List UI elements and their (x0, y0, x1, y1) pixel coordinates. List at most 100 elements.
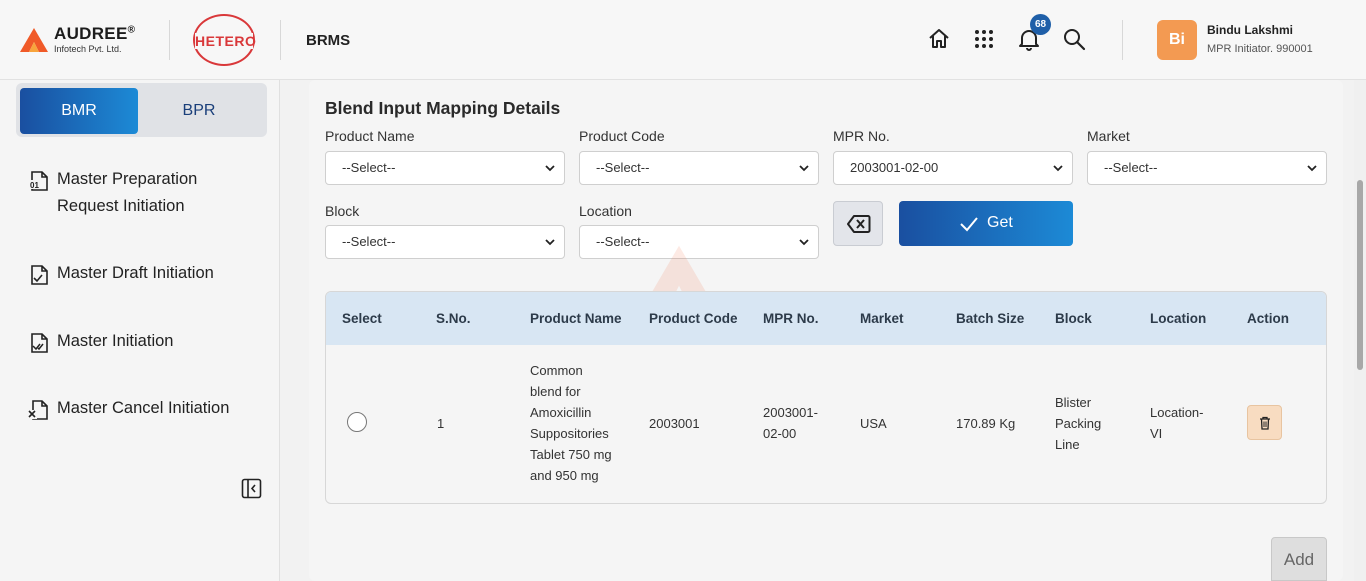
header-divider (280, 20, 281, 60)
avatar[interactable]: Bi (1157, 20, 1197, 60)
block-select[interactable]: --Select-- (325, 225, 565, 259)
page-title: Blend Input Mapping Details (325, 98, 561, 118)
user-role: MPR Initiator. 990001 (1207, 43, 1313, 55)
document-double-check-icon (31, 333, 48, 353)
app-name: BRMS (306, 32, 351, 49)
column-header: Product Code (649, 311, 738, 326)
registered-mark: ® (127, 24, 136, 36)
add-button[interactable]: Add (1271, 537, 1327, 581)
page-scrollbar[interactable] (1354, 80, 1366, 581)
cell-market: USA (860, 416, 887, 431)
column-header: S.No. (436, 311, 471, 326)
chevron-down-icon (799, 239, 809, 246)
product-name-select-value: --Select-- (342, 160, 396, 175)
cell-sno: 1 (437, 416, 445, 431)
home-icon[interactable] (926, 26, 952, 52)
cell-mpr-no-line: 2003001- (763, 405, 818, 420)
cell-product-name-line: blend for (530, 384, 581, 399)
cell-location-line: VI (1150, 426, 1163, 441)
cell-product-name-line: Common (530, 363, 583, 378)
cell-product-name-line: Tablet 750 mg (530, 447, 612, 462)
document-01-icon: 01 (29, 171, 48, 191)
sidebar-item-label: Master Initiation (57, 332, 174, 350)
mpr-no-select[interactable]: 2003001-02-00 (833, 151, 1073, 185)
product-code-select-value: --Select-- (596, 160, 650, 175)
document-cancel-icon (28, 400, 48, 420)
product-name-label: Product Name (325, 128, 415, 144)
cell-batch-size: 170.89 Kg (956, 416, 1016, 431)
brand-name: AUDREE (54, 24, 128, 43)
scrollbar-thumb[interactable] (1357, 180, 1363, 370)
block-label: Block (325, 203, 360, 219)
hetero-logo: HETERO (193, 14, 257, 66)
table-header: Select S.No. Product Name Product Code M… (326, 292, 1326, 345)
cell-product-name: Common blend for Amoxicillin Suppositori… (530, 360, 612, 486)
sidebar-item-master-preparation-request[interactable]: 01 Master Preparation Request Initiation (28, 166, 268, 220)
header-divider (1122, 20, 1123, 60)
chevron-down-icon (799, 165, 809, 172)
cell-product-name-line: and 950 mg (530, 468, 599, 483)
cell-block-line: Blister (1055, 395, 1092, 410)
get-button-label: Get (987, 214, 1013, 231)
mpr-no-label: MPR No. (833, 128, 890, 144)
market-select-value: --Select-- (1104, 160, 1158, 175)
product-name-select[interactable]: --Select-- (325, 151, 565, 185)
sidebar-item-label: Request Initiation (57, 197, 185, 215)
collapse-sidebar-icon[interactable] (241, 478, 262, 499)
clear-filters-button[interactable] (833, 201, 883, 246)
cell-location-line: Location- (1150, 405, 1204, 420)
market-select[interactable]: --Select-- (1087, 151, 1327, 185)
cell-block-line: Packing (1055, 416, 1102, 431)
backspace-clear-icon (847, 215, 871, 233)
column-header: MPR No. (763, 311, 819, 326)
bmr-bpr-toggle: BMR BPR (16, 83, 267, 137)
chevron-down-icon (545, 239, 555, 246)
document-check-icon (31, 265, 48, 285)
blend-mapping-table: Select S.No. Product Name Product Code M… (325, 291, 1327, 504)
product-code-label: Product Code (579, 128, 665, 144)
notification-badge[interactable]: 68 (1030, 14, 1051, 35)
cell-product-code: 2003001 (649, 416, 700, 431)
get-button[interactable]: Get (899, 201, 1073, 246)
header-divider (169, 20, 170, 60)
search-icon[interactable] (1061, 26, 1087, 52)
location-label: Location (579, 203, 632, 219)
delete-row-button[interactable] (1247, 405, 1282, 440)
sidebar-item-master-draft-initiation[interactable]: Master Draft Initiation (28, 260, 268, 287)
chevron-down-icon (1053, 165, 1063, 172)
trash-icon (1260, 416, 1270, 430)
apps-grid-icon[interactable] (971, 26, 997, 52)
mpr-no-select-value: 2003001-02-00 (850, 160, 939, 175)
audree-logo-mark (20, 28, 48, 52)
market-label: Market (1087, 128, 1130, 144)
chevron-down-icon (545, 165, 555, 172)
hetero-logo-text: HETERO (195, 33, 257, 49)
cell-mpr-no-line: 02-00 (763, 426, 797, 441)
brand-subtitle: Infotech Pvt. Ltd. (54, 44, 122, 54)
column-header: Market (860, 311, 904, 326)
check-icon (960, 217, 978, 232)
column-header: Product Name (530, 311, 622, 326)
column-header: Select (342, 311, 382, 326)
sidebar-item-master-cancel-initiation[interactable]: Master Cancel Initiation (28, 395, 268, 422)
cell-location: Location- VI (1150, 402, 1203, 444)
toggle-bpr-button[interactable]: BPR (140, 88, 258, 134)
column-header: Batch Size (956, 311, 1025, 326)
column-header: Location (1150, 311, 1207, 326)
top-header: AUDREE® Infotech Pvt. Ltd. HETERO BRMS 6… (0, 0, 1366, 80)
sidebar-item-label: Master Preparation (57, 170, 198, 188)
cell-block: Blister Packing Line (1055, 392, 1101, 455)
toggle-bmr-button[interactable]: BMR (20, 88, 138, 134)
column-header: Action (1247, 311, 1289, 326)
cell-mpr-no: 2003001- 02-00 (763, 402, 818, 444)
sidebar-item-master-initiation[interactable]: Master Initiation (28, 328, 268, 355)
sidebar-item-label: Master Cancel Initiation (57, 399, 230, 417)
row-select-radio[interactable] (347, 412, 367, 432)
product-code-select[interactable]: --Select-- (579, 151, 819, 185)
user-name[interactable]: Bindu Lakshmi (1207, 23, 1293, 37)
main-content: Blend Input Mapping Details Product Name… (309, 80, 1343, 581)
audree-logo[interactable]: AUDREE® Infotech Pvt. Ltd. (20, 22, 150, 58)
chevron-down-icon (1307, 165, 1317, 172)
cell-product-name-line: Amoxicillin (530, 405, 592, 420)
column-header: Block (1055, 311, 1092, 326)
